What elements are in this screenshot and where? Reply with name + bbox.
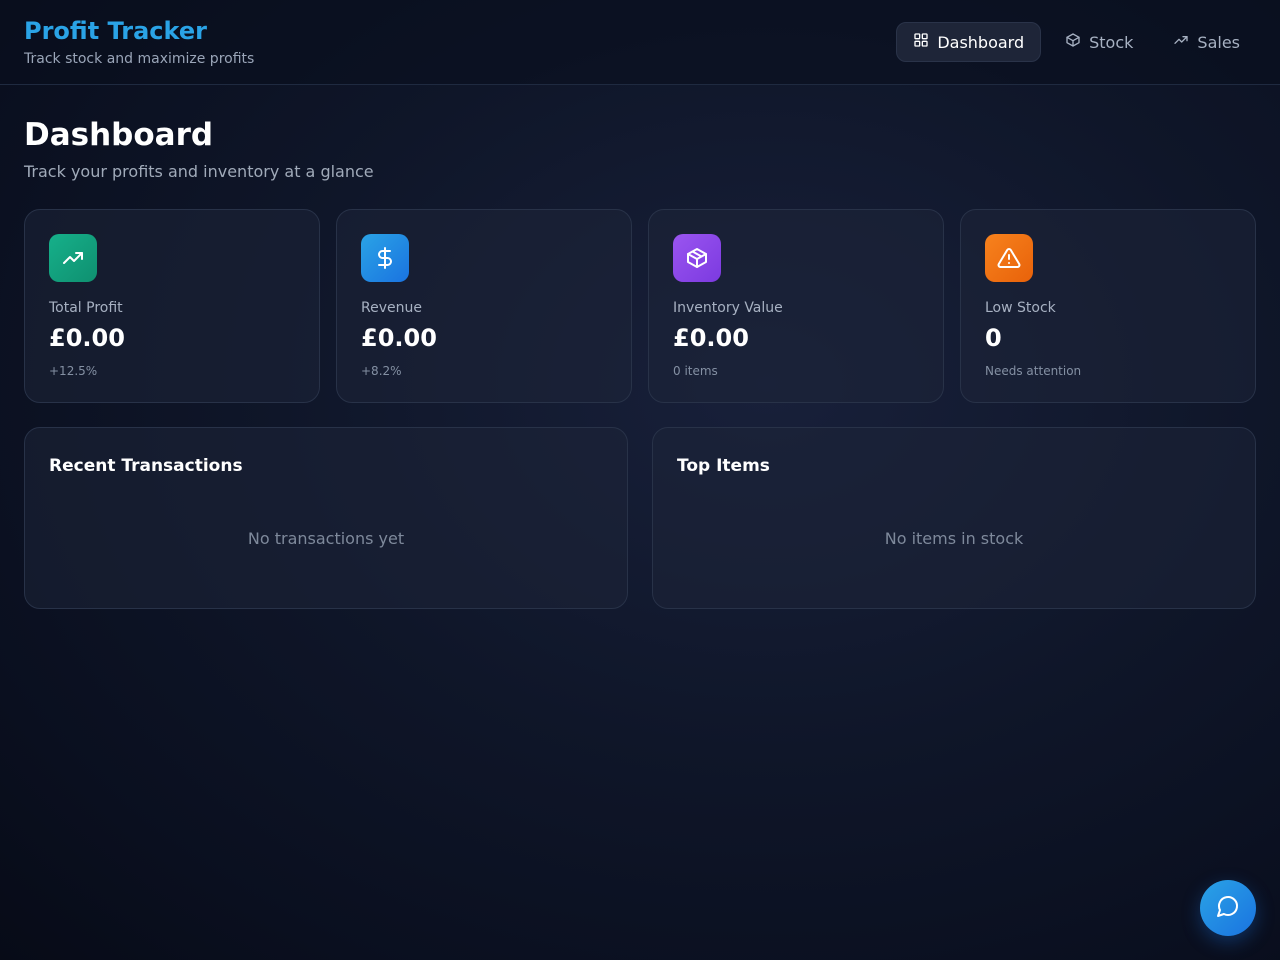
trending-up-icon bbox=[49, 234, 97, 282]
panel-title: Recent Transactions bbox=[49, 456, 243, 476]
stat-value: 0 bbox=[985, 324, 1002, 352]
stat-card-low-stock: Low Stock 0 Needs attention bbox=[960, 209, 1256, 403]
trending-up-icon bbox=[1173, 32, 1189, 52]
stat-label: Revenue bbox=[361, 300, 422, 316]
empty-state: No transactions yet bbox=[247, 529, 405, 548]
box-icon bbox=[673, 234, 721, 282]
stat-value: £0.00 bbox=[361, 324, 437, 352]
stat-label: Total Profit bbox=[49, 300, 123, 316]
nav-stock-label: Stock bbox=[1089, 32, 1134, 52]
stat-label: Inventory Value bbox=[673, 300, 783, 316]
stats-row: Total Profit £0.00 +12.5% Revenue £0.00 … bbox=[24, 209, 1256, 403]
stat-value: £0.00 bbox=[673, 324, 749, 352]
app-title: Profit Tracker bbox=[24, 17, 207, 45]
app-subtitle: Track stock and maximize profits bbox=[24, 51, 255, 67]
alert-triangle-icon bbox=[985, 234, 1033, 282]
nav-sales[interactable]: Sales bbox=[1157, 22, 1256, 62]
main-nav: Dashboard Stock Sales bbox=[896, 22, 1256, 62]
stat-note: +12.5% bbox=[49, 364, 98, 378]
box-icon bbox=[1065, 32, 1081, 52]
nav-sales-label: Sales bbox=[1197, 32, 1240, 52]
stat-note: Needs attention bbox=[985, 364, 1082, 378]
nav-dashboard-label: Dashboard bbox=[937, 32, 1025, 52]
panels-row: Recent Transactions No transactions yet … bbox=[24, 427, 1256, 609]
stat-card-revenue: Revenue £0.00 +8.2% bbox=[336, 209, 632, 403]
page-subtitle: Track your profits and inventory at a gl… bbox=[24, 162, 374, 181]
nav-stock[interactable]: Stock bbox=[1049, 22, 1149, 62]
app-header: Profit Tracker Track stock and maximize … bbox=[0, 0, 1280, 85]
chat-button[interactable] bbox=[1200, 880, 1256, 936]
brand: Profit Tracker Track stock and maximize … bbox=[24, 16, 254, 68]
stat-label: Low Stock bbox=[985, 300, 1056, 316]
stat-card-total-profit: Total Profit £0.00 +12.5% bbox=[24, 209, 320, 403]
recent-transactions-panel: Recent Transactions No transactions yet bbox=[24, 427, 628, 609]
dashboard-grid-icon bbox=[913, 32, 929, 52]
top-items-panel: Top Items No items in stock bbox=[652, 427, 1256, 609]
chat-bubble-icon bbox=[1216, 894, 1240, 922]
stat-note: +8.2% bbox=[361, 364, 402, 378]
stat-card-inventory-value: Inventory Value £0.00 0 items bbox=[648, 209, 944, 403]
page-title: Dashboard bbox=[24, 117, 214, 153]
panel-title: Top Items bbox=[677, 456, 770, 476]
stat-note: 0 items bbox=[673, 364, 718, 378]
empty-state: No items in stock bbox=[884, 529, 1024, 548]
dollar-icon bbox=[361, 234, 409, 282]
nav-dashboard[interactable]: Dashboard bbox=[896, 22, 1042, 62]
stat-value: £0.00 bbox=[49, 324, 125, 352]
